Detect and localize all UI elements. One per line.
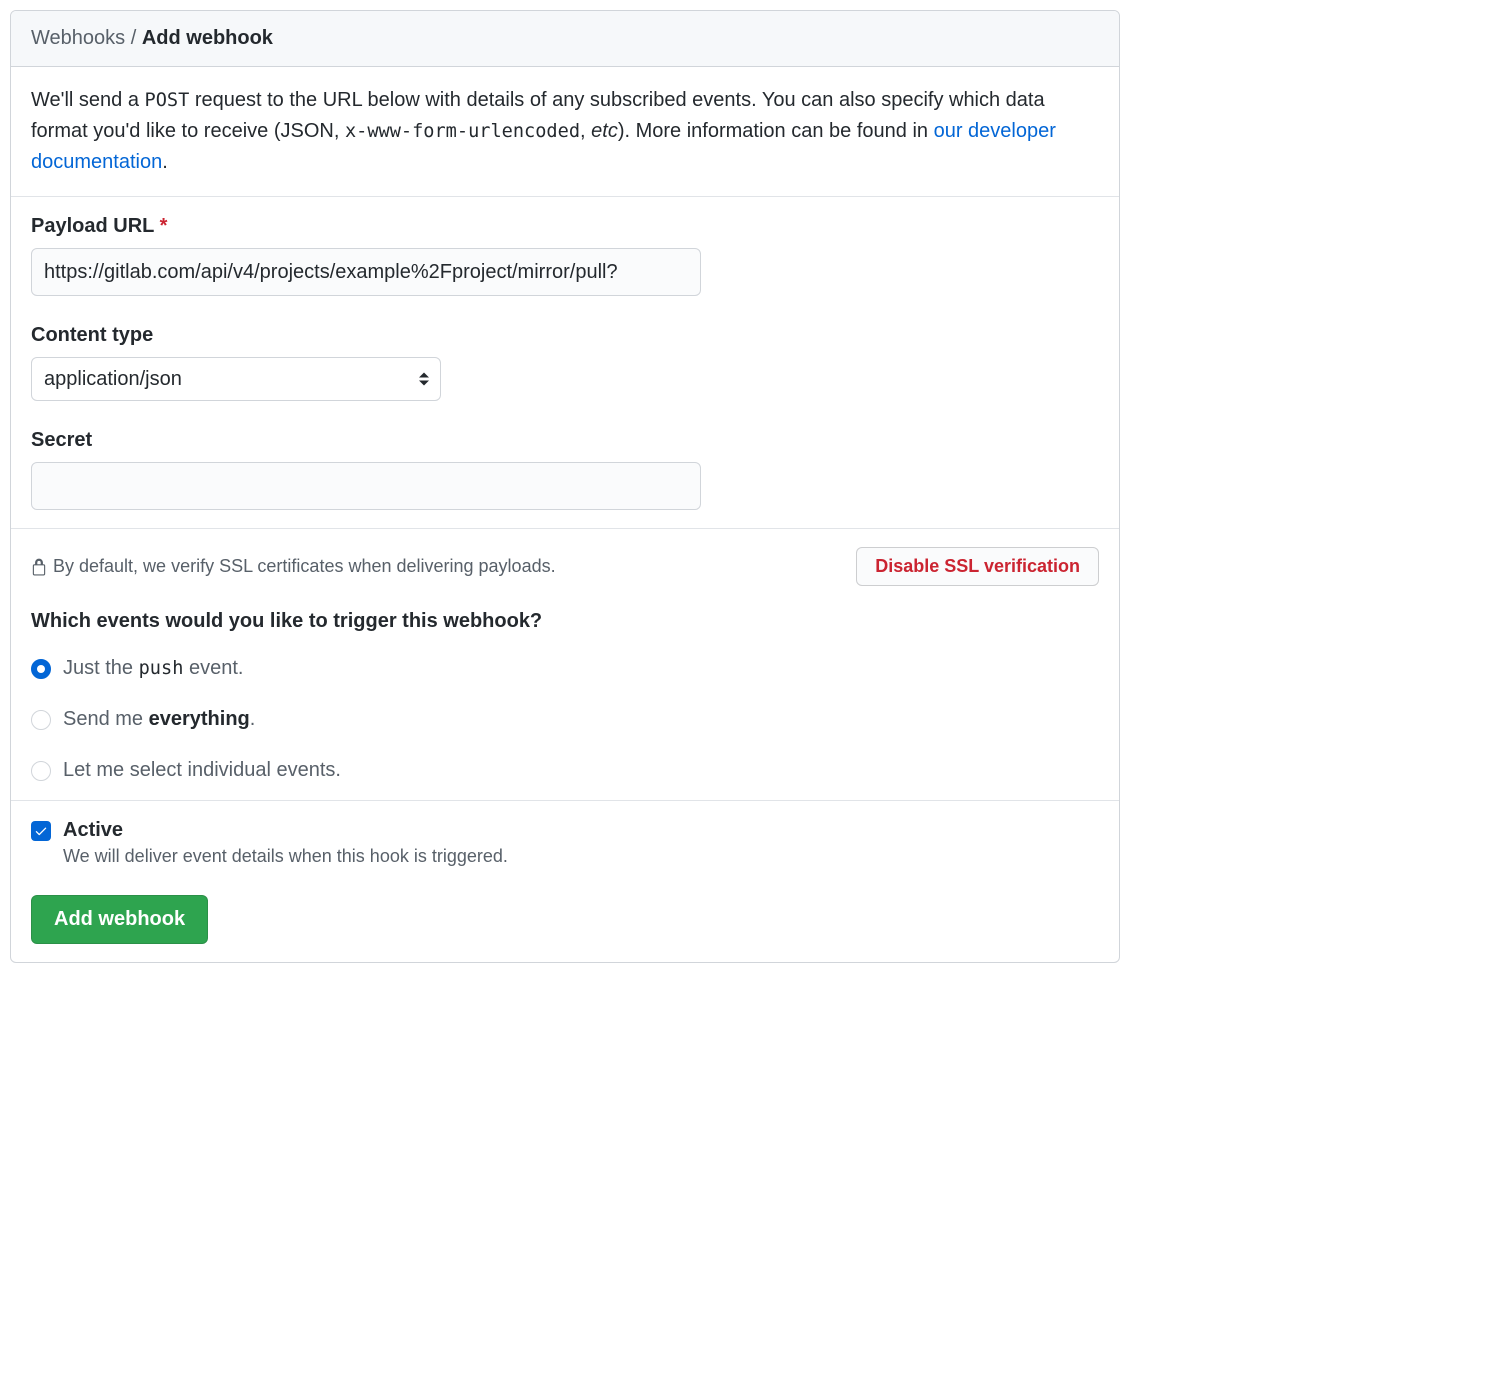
radio-circle-icon[interactable] xyxy=(31,710,51,730)
radio-option-individual[interactable]: Let me select individual events. xyxy=(31,759,1099,782)
intro-section: We'll send a POST request to the URL bel… xyxy=(11,67,1119,196)
events-heading: Which events would you like to trigger t… xyxy=(31,610,1099,633)
urlencoded-code: x-www-form-urlencoded xyxy=(345,121,580,142)
payload-url-input[interactable] xyxy=(31,248,701,296)
ssl-and-events-section: By default, we verify SSL certificates w… xyxy=(11,528,1119,800)
secret-group: Secret xyxy=(31,429,1099,510)
radio-circle-icon[interactable] xyxy=(31,659,51,679)
content-type-group: Content type application/json xyxy=(31,324,1099,401)
payload-url-group: Payload URL * xyxy=(31,215,1099,296)
check-icon xyxy=(34,824,48,838)
active-title: Active xyxy=(63,819,508,842)
ssl-message: By default, we verify SSL certificates w… xyxy=(31,556,556,577)
webhook-panel: Webhooks / Add webhook We'll send a POST… xyxy=(10,10,1120,963)
active-desc: We will deliver event details when this … xyxy=(63,846,508,867)
post-code: POST xyxy=(145,90,190,111)
payload-url-label: Payload URL * xyxy=(31,215,1099,238)
active-checkbox-row[interactable]: Active We will deliver event details whe… xyxy=(31,819,1099,867)
radio-option-push[interactable]: Just the push event. xyxy=(31,657,1099,680)
breadcrumb-sep: / xyxy=(131,27,137,49)
breadcrumb-current: Add webhook xyxy=(142,27,273,49)
lock-icon xyxy=(31,558,47,576)
radio-label[interactable]: Send me everything. xyxy=(63,708,255,731)
radio-circle-icon[interactable] xyxy=(31,761,51,781)
disable-ssl-button[interactable]: Disable SSL verification xyxy=(856,547,1099,586)
content-type-select[interactable]: application/json xyxy=(31,357,441,401)
form-section: Payload URL * Content type application/j… xyxy=(11,196,1119,528)
content-type-label: Content type xyxy=(31,324,1099,347)
breadcrumb-root[interactable]: Webhooks xyxy=(31,27,125,49)
radio-label[interactable]: Let me select individual events. xyxy=(63,759,341,782)
ssl-row: By default, we verify SSL certificates w… xyxy=(31,547,1099,586)
panel-header: Webhooks / Add webhook xyxy=(11,11,1119,67)
add-webhook-button[interactable]: Add webhook xyxy=(31,895,208,944)
radio-option-everything[interactable]: Send me everything. xyxy=(31,708,1099,731)
checkbox-icon[interactable] xyxy=(31,821,51,841)
secret-label: Secret xyxy=(31,429,1099,452)
footer-section: Active We will deliver event details whe… xyxy=(11,800,1119,962)
secret-input[interactable] xyxy=(31,462,701,510)
radio-label[interactable]: Just the push event. xyxy=(63,657,243,680)
required-star: * xyxy=(160,215,168,237)
intro-text: We'll send a POST request to the URL bel… xyxy=(31,85,1099,178)
